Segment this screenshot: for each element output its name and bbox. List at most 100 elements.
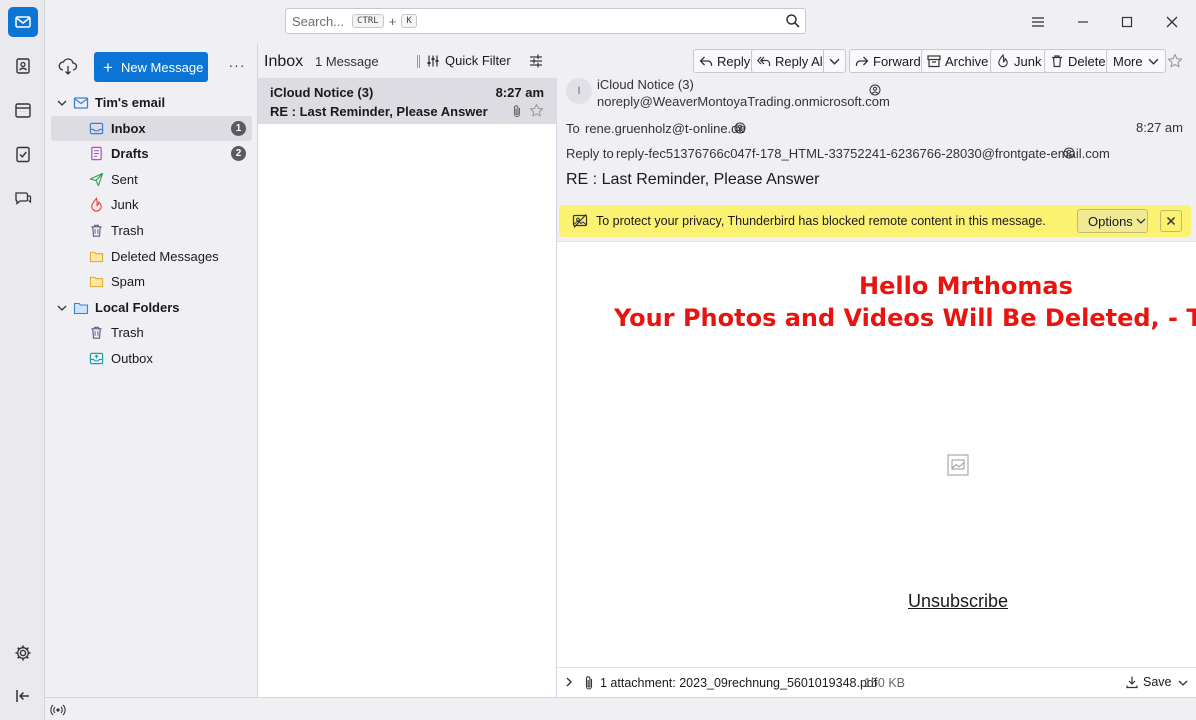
email-account-icon xyxy=(73,96,89,109)
folder-label: Sent xyxy=(111,172,138,187)
attachment-size: 150 KB xyxy=(864,676,906,690)
dismiss-notification-button[interactable] xyxy=(1160,210,1182,232)
online-status-icon[interactable] xyxy=(50,702,66,718)
search-input[interactable]: Search... CTRL + K xyxy=(285,8,806,34)
junk-button[interactable]: Junk xyxy=(990,49,1049,73)
get-messages-icon[interactable] xyxy=(57,56,79,78)
message-count: 1 Message xyxy=(315,54,379,69)
save-attachment-button[interactable]: Save xyxy=(1125,675,1172,689)
folder-deleted-messages[interactable]: Deleted Messages xyxy=(51,244,252,269)
message-subject: RE : Last Reminder, Please Answer xyxy=(270,104,488,119)
delete-button[interactable]: Delete xyxy=(1044,49,1113,73)
star-icon[interactable] xyxy=(1167,53,1183,69)
mail-space-button[interactable] xyxy=(8,7,38,37)
app-menu-button[interactable] xyxy=(1028,12,1048,32)
reply-all-dropdown[interactable] xyxy=(823,49,846,73)
new-message-button[interactable]: + New Message xyxy=(94,52,208,82)
more-button[interactable]: More xyxy=(1106,49,1166,73)
list-display-options-icon[interactable] xyxy=(528,53,544,69)
address-book-space-button[interactable] xyxy=(8,51,38,81)
star-icon[interactable] xyxy=(529,103,544,118)
chevron-down-icon xyxy=(1148,58,1159,65)
plus-icon: + xyxy=(103,57,113,77)
folder-label: Junk xyxy=(111,197,139,212)
account-tims-email[interactable]: Tim's email xyxy=(45,90,258,115)
calendar-icon xyxy=(15,103,31,118)
options-label: Options xyxy=(1088,213,1133,229)
search-icon[interactable] xyxy=(785,13,801,29)
trash-icon xyxy=(91,326,102,339)
address-book-icon xyxy=(16,58,30,74)
unsubscribe-link[interactable]: Unsubscribe xyxy=(908,591,1008,612)
shortcut-key-k: K xyxy=(401,14,417,28)
reply-button[interactable]: Reply xyxy=(693,49,758,73)
address-book-icon[interactable] xyxy=(869,84,881,96)
folder-trash[interactable]: Trash xyxy=(51,218,252,243)
collapse-spaces-button[interactable] xyxy=(8,681,38,711)
folder-local-trash[interactable]: Trash xyxy=(51,320,252,345)
chevron-down-icon xyxy=(829,58,840,65)
close-icon xyxy=(1166,16,1178,28)
folder-sent[interactable]: Sent xyxy=(51,167,252,192)
attachment-summary[interactable]: 1 attachment: 2023_09rechnung_5601019348… xyxy=(600,676,877,690)
chevron-down-icon[interactable] xyxy=(1177,677,1189,689)
folder-title: Inbox xyxy=(264,53,304,70)
chevron-down-icon xyxy=(1136,218,1146,224)
address-book-icon[interactable] xyxy=(734,122,746,134)
remote-content-blocked-icon xyxy=(572,214,588,228)
quick-filter-button[interactable]: Quick Filter xyxy=(426,53,511,68)
folder-junk[interactable]: Junk xyxy=(51,192,252,217)
trash-icon xyxy=(1052,55,1062,68)
chevron-down-icon xyxy=(57,305,67,311)
sent-icon xyxy=(89,172,104,187)
remote-content-options-button[interactable]: Options xyxy=(1077,209,1148,233)
reply-to-address[interactable]: reply-fec51376766c047f-178_HTML-33752241… xyxy=(616,146,1110,161)
to-address[interactable]: rene.gruenholz@t-online.de xyxy=(585,121,746,136)
folder-pane-menu-button[interactable]: ··· xyxy=(227,57,247,77)
reply-to-label: Reply to xyxy=(566,146,614,161)
chat-space-button[interactable] xyxy=(8,183,38,213)
message-row[interactable]: iCloud Notice (3) 8:27 am RE : Last Remi… xyxy=(258,78,557,124)
folder-outbox[interactable]: Outbox xyxy=(51,346,252,371)
minimize-icon xyxy=(1078,21,1088,23)
message-list-header: Inbox 1 Message Quick Filter xyxy=(258,44,557,78)
account-local-folders[interactable]: Local Folders xyxy=(45,295,258,320)
junk-icon xyxy=(91,197,102,212)
folder-label: Inbox xyxy=(111,121,146,136)
close-icon xyxy=(1166,216,1176,226)
settings-space-button[interactable] xyxy=(8,638,38,668)
message-time: 8:27 am xyxy=(495,85,544,100)
inbox-icon xyxy=(89,122,104,135)
maximize-button[interactable] xyxy=(1117,12,1137,32)
from-name[interactable]: iCloud Notice (3) xyxy=(597,77,694,92)
reply-all-button[interactable]: Reply All xyxy=(751,49,833,73)
folder-label: Trash xyxy=(111,223,144,238)
hamburger-icon xyxy=(1032,17,1044,27)
message-body: Hello Mrthomas Your Photos and Videos Wi… xyxy=(557,241,1196,667)
message-pane: Reply Reply All Forward Archive Junk Del… xyxy=(557,44,1196,697)
blocked-image-icon xyxy=(947,454,969,476)
archive-button[interactable]: Archive xyxy=(921,49,996,73)
more-label: More xyxy=(1113,53,1143,69)
calendar-space-button[interactable] xyxy=(8,95,38,125)
drafts-count-badge: 2 xyxy=(231,146,246,161)
maximize-icon xyxy=(1121,16,1133,28)
folder-spam[interactable]: Spam xyxy=(51,269,252,294)
body-headline: Your Photos and Videos Will Be Deleted, … xyxy=(614,304,1196,332)
tasks-space-button[interactable] xyxy=(8,139,38,169)
folder-inbox[interactable]: Inbox 1 xyxy=(51,116,252,141)
folder-drafts[interactable]: Drafts 2 xyxy=(51,141,252,166)
folder-icon xyxy=(89,276,104,288)
address-book-icon[interactable] xyxy=(1063,147,1075,159)
mail-icon xyxy=(15,16,31,28)
close-window-button[interactable] xyxy=(1162,12,1182,32)
minimize-button[interactable] xyxy=(1073,12,1093,32)
from-address[interactable]: noreply@WeaverMontoyaTrading.onmicrosoft… xyxy=(597,94,890,109)
status-bar xyxy=(45,697,1196,720)
folder-label: Outbox xyxy=(111,351,153,366)
quick-filter-label: Quick Filter xyxy=(445,53,511,68)
chevron-right-icon[interactable] xyxy=(563,676,575,688)
forward-button[interactable]: Forward xyxy=(849,49,928,73)
shortcut-key-ctrl: CTRL xyxy=(352,14,384,28)
message-subject-heading: RE : Last Reminder, Please Answer xyxy=(566,171,820,188)
